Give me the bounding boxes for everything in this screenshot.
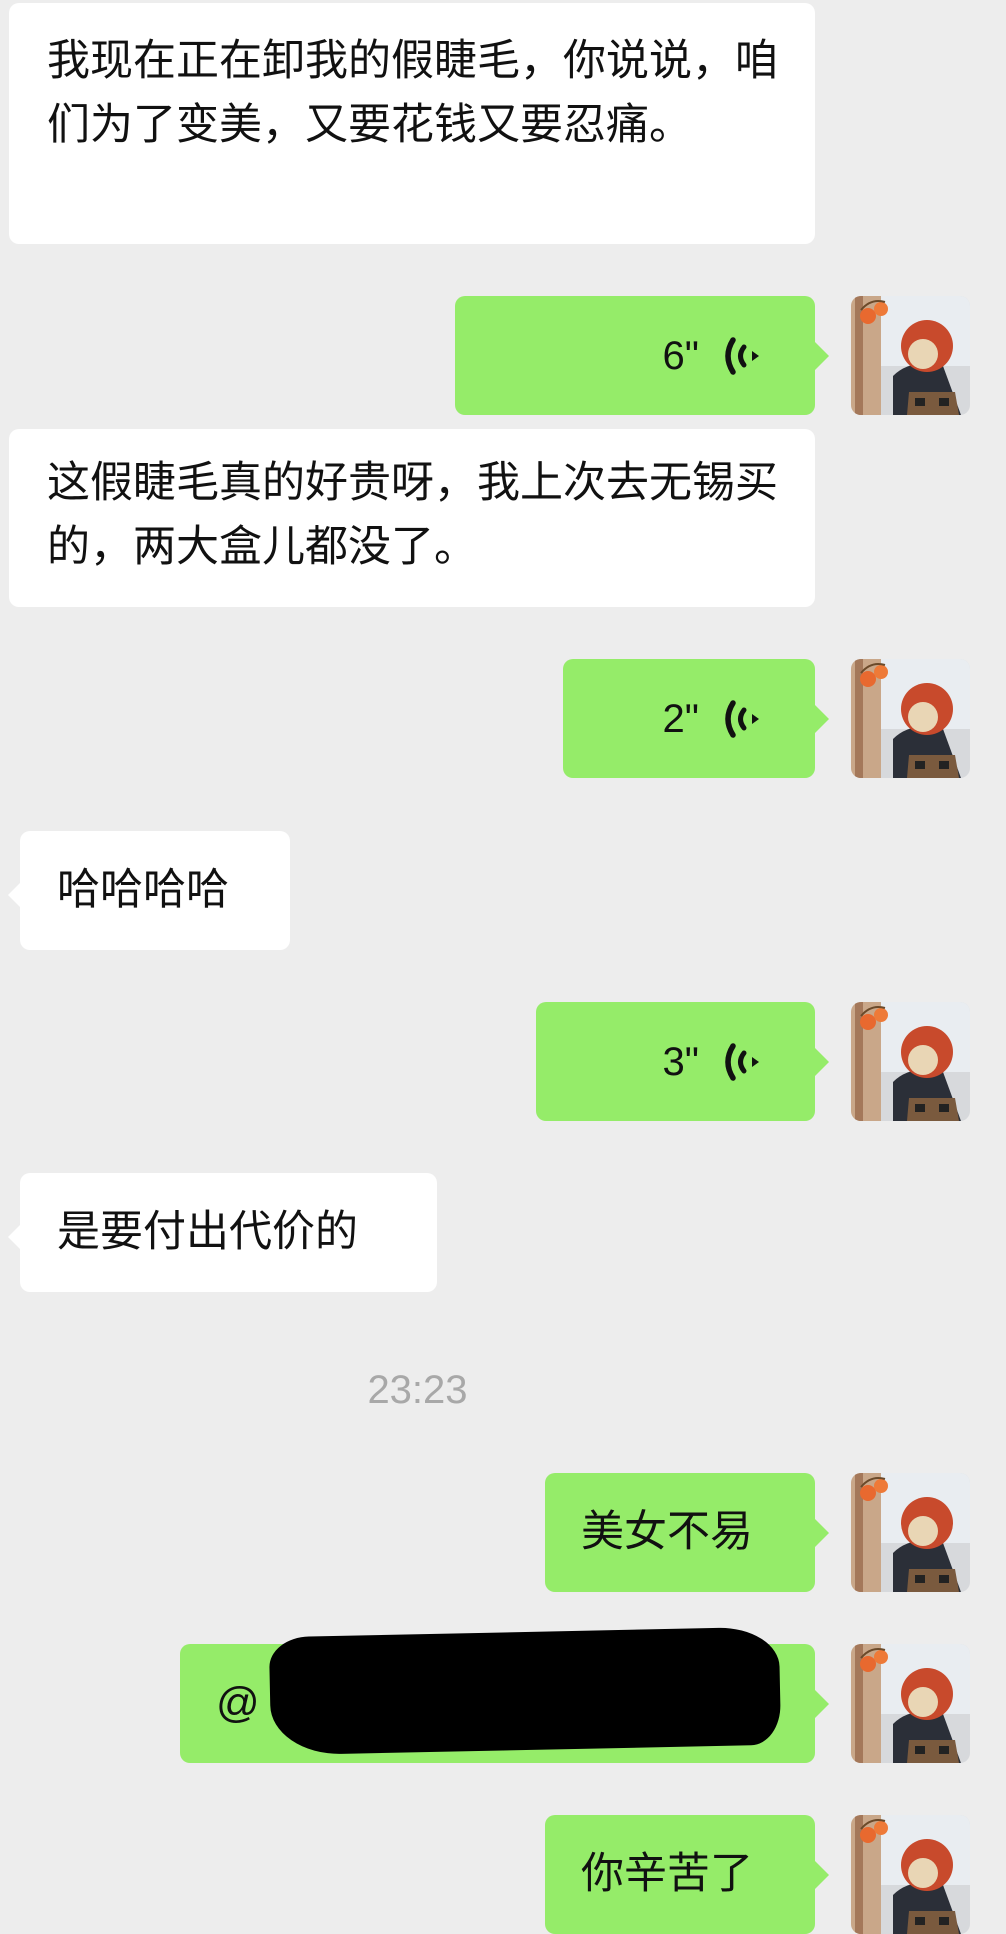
voice-wave-icon (725, 333, 767, 379)
message-text: 你辛苦了 (581, 1849, 753, 1899)
voice-message-content: 3" (536, 1002, 815, 1121)
user-avatar[interactable] (851, 1644, 970, 1763)
user-avatar[interactable] (851, 296, 970, 415)
voice-duration: 2" (662, 696, 699, 741)
message-text: 哈哈哈哈 (57, 865, 229, 915)
message-bubble-incoming[interactable]: 是要付出代价的 (8, 1173, 437, 1292)
message-bubble-outgoing[interactable]: 美女不易 (545, 1473, 829, 1592)
message-text: 是要付出代价的 (57, 1207, 358, 1257)
voice-duration: 6" (662, 333, 699, 378)
voice-message-bubble[interactable]: 3" (536, 1002, 829, 1121)
message-text: 这假睫毛真的好贵呀，我上次去无锡买的，两大盒儿都没了。 (47, 458, 778, 572)
chat-timestamp: 23:23 (367, 1368, 468, 1412)
voice-duration: 3" (662, 1039, 699, 1084)
voice-message-content: 6" (455, 296, 815, 415)
user-avatar[interactable] (851, 1002, 970, 1121)
voice-message-bubble[interactable]: 2" (563, 659, 829, 778)
voice-wave-icon (725, 1039, 767, 1085)
message-text: 我现在正在卸我的假睫毛，你说说，咱们为了变美，又要花钱又要忍痛。 (47, 36, 778, 150)
user-avatar[interactable] (851, 659, 970, 778)
message-bubble-incoming[interactable]: 这假睫毛真的好贵呀，我上次去无锡买的，两大盒儿都没了。 (9, 429, 815, 607)
voice-message-bubble[interactable]: 6" (455, 296, 829, 415)
message-bubble-incoming[interactable]: 哈哈哈哈 (8, 831, 290, 950)
message-bubble-incoming[interactable]: 我现在正在卸我的假睫毛，你说说，咱们为了变美，又要花钱又要忍痛。 (9, 3, 815, 244)
message-text: 美女不易 (581, 1507, 753, 1557)
redaction-mark (268, 1626, 782, 1756)
voice-message-content: 2" (563, 659, 815, 778)
message-bubble-outgoing[interactable]: 你辛苦了 (545, 1815, 829, 1934)
voice-wave-icon (725, 696, 767, 742)
user-avatar[interactable] (851, 1473, 970, 1592)
user-avatar[interactable] (851, 1815, 970, 1934)
